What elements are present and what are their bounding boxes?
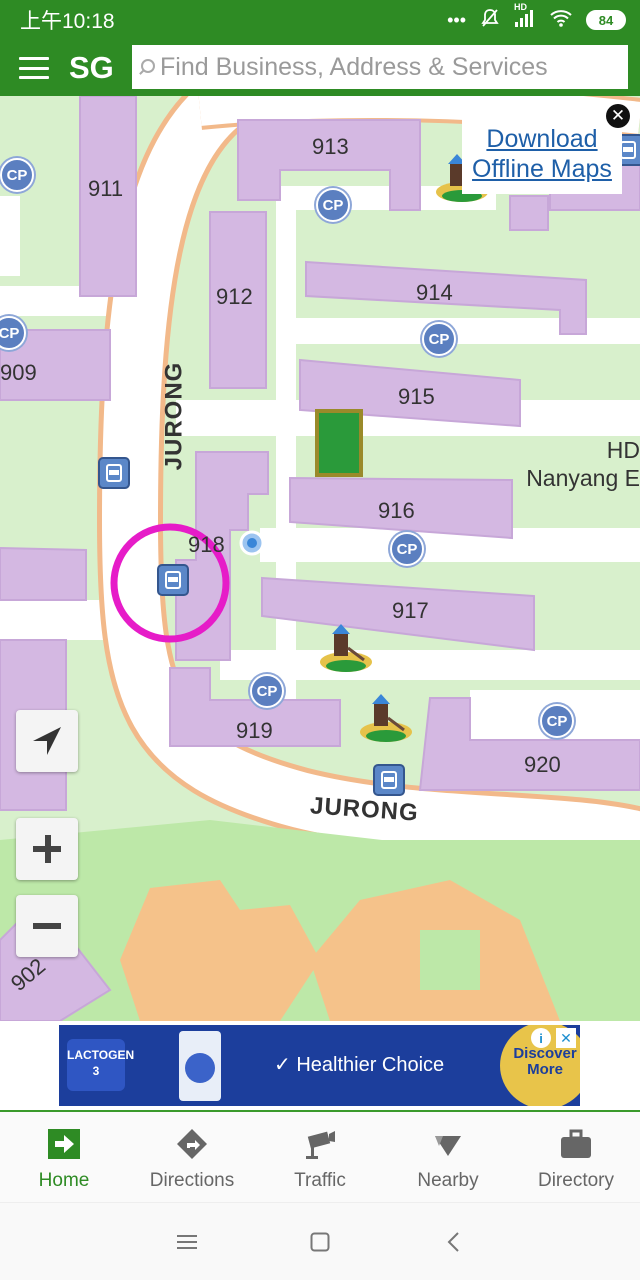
system-navigation-bar (0, 1202, 640, 1280)
navigation-arrow-icon (33, 727, 61, 755)
minus-icon (33, 923, 61, 929)
mute-bell-icon (480, 8, 500, 33)
block-label: 917 (392, 598, 429, 623)
carpark-marker[interactable]: CP (0, 158, 34, 192)
nav-label-home: Home (38, 1170, 90, 1191)
block-label: 914 (416, 280, 453, 305)
block-label: 920 (524, 752, 561, 777)
download-label-line1: Download (486, 125, 598, 153)
bus-stop-icon[interactable] (373, 764, 405, 796)
nav-label-directory: Directory (537, 1170, 614, 1191)
download-offline-maps-link[interactable]: Download Offline Maps (462, 114, 622, 194)
hdb-label-line1: HD (606, 437, 640, 463)
screen: 上午10:18 ••• HD 84 SG Find Business, Addr… (0, 0, 640, 1280)
close-download-prompt-icon[interactable]: ✕ (606, 104, 630, 128)
battery-indicator: 84 (586, 10, 626, 30)
briefcase-icon (561, 1129, 591, 1158)
block-label: 918 (188, 532, 225, 557)
status-bar: 上午10:18 ••• HD 84 (0, 0, 640, 40)
cellular-signal-icon: HD (514, 2, 536, 33)
download-label-line2: Offline Maps (472, 155, 612, 183)
zoom-in-button[interactable] (16, 818, 78, 880)
playground-icon[interactable] (358, 688, 414, 744)
nav-label-nearby: Nearby (417, 1170, 479, 1191)
block-label: 919 (236, 718, 273, 743)
search-box[interactable] (132, 45, 628, 89)
carpark-marker[interactable]: CP (250, 674, 284, 708)
carpark-marker[interactable]: CP (422, 322, 456, 356)
block-label: 909 (0, 360, 37, 385)
wifi-icon (550, 9, 572, 32)
nav-item-traffic[interactable]: Traffic (256, 1112, 384, 1202)
bus-stop-icon[interactable] (98, 457, 130, 489)
block-label: 912 (216, 284, 253, 309)
ad-banner[interactable]: LACTOGEN 3 ✓ Healthier Choice Discover M… (59, 1025, 580, 1106)
block-label: 911 (88, 176, 124, 201)
block-label: 916 (378, 498, 415, 523)
ad-info-icon[interactable]: i (531, 1028, 551, 1048)
nav-item-nearby[interactable]: Nearby (384, 1112, 512, 1202)
hdb-area-label: HD Nanyang E (520, 436, 640, 492)
region-label: SG (69, 50, 114, 85)
playground-icon[interactable] (318, 618, 374, 674)
search-icon (138, 57, 158, 77)
hdb-label-line2: Nanyang E (526, 465, 640, 491)
bus-stop-icon[interactable] (157, 564, 189, 596)
nearby-icon (435, 1136, 461, 1156)
carpark-marker[interactable]: CP (316, 188, 350, 222)
map-canvas (0, 96, 640, 1021)
block-label: 915 (398, 384, 435, 409)
directions-icon (177, 1129, 207, 1159)
block-label: 913 (312, 134, 349, 159)
recent-apps-icon[interactable] (167, 1222, 207, 1262)
carpark-marker[interactable]: CP (540, 704, 574, 738)
hd-badge: HD (514, 1, 527, 12)
status-time: 上午10:18 (20, 10, 115, 33)
road-name-label: JURONG (160, 361, 188, 471)
nav-label-directions: Directions (149, 1170, 235, 1191)
nav-item-directory[interactable]: Directory (512, 1112, 640, 1202)
hamburger-menu-icon[interactable] (19, 57, 49, 79)
ad-close-icon[interactable]: ✕ (556, 1028, 576, 1048)
plus-icon (33, 835, 61, 863)
bottom-navigation: Home Directions Traffic Nearby Directory (0, 1110, 640, 1202)
home-square-icon[interactable] (300, 1222, 340, 1262)
locate-me-button[interactable] (16, 710, 78, 772)
nav-label-traffic: Traffic (294, 1170, 346, 1191)
ad-headline: ✓ Healthier Choice (274, 1054, 445, 1076)
nav-item-home[interactable]: Home (0, 1112, 128, 1202)
nav-item-directions[interactable]: Directions (128, 1112, 256, 1202)
ad-brand-logo: LACTOGEN 3 (67, 1039, 134, 1091)
more-dots-icon: ••• (447, 9, 466, 30)
zoom-out-button[interactable] (16, 895, 78, 957)
search-input[interactable] (160, 52, 610, 82)
map-view[interactable]: 913 911 912 914 909 915 916 918 917 919 … (0, 96, 640, 1021)
app-bar: SG (0, 40, 640, 96)
traffic-camera-icon (306, 1131, 335, 1159)
back-icon[interactable] (433, 1222, 473, 1262)
home-arrow-icon (48, 1129, 80, 1159)
status-icons: ••• HD 84 (447, 2, 626, 33)
carpark-marker[interactable]: CP (390, 532, 424, 566)
ad-product-image (179, 1031, 221, 1101)
